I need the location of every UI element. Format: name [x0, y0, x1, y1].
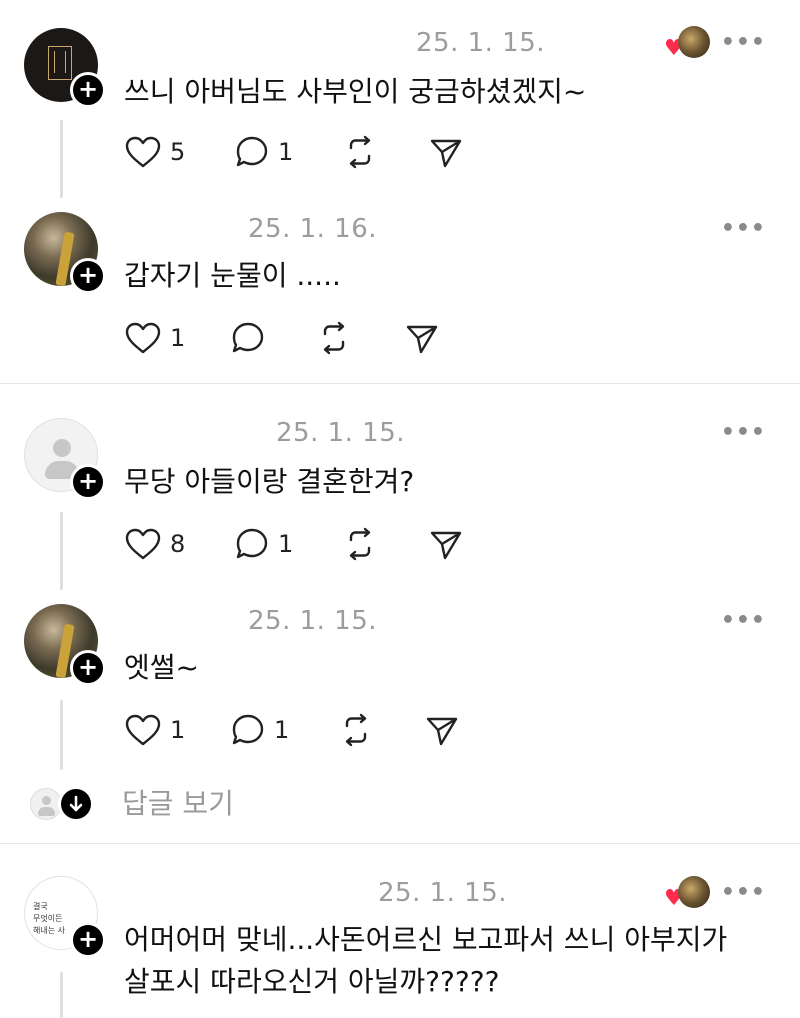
thread-line: [60, 700, 63, 770]
divider: [0, 383, 800, 384]
view-replies-label: 답글 보기: [122, 787, 234, 820]
action-bar: 1: [124, 318, 484, 358]
follow-plus-icon[interactable]: +: [70, 72, 106, 108]
send-icon: [430, 139, 462, 168]
comment-date: 25. 1. 15.: [378, 878, 508, 908]
share-button[interactable]: [424, 710, 460, 750]
comment-icon: [236, 136, 268, 167]
more-options-icon[interactable]: •••: [721, 216, 766, 241]
author-liked-avatar: [678, 26, 710, 58]
send-icon: [430, 531, 462, 560]
repost-button[interactable]: [316, 318, 352, 358]
reply-button[interactable]: [230, 318, 266, 358]
comment-text: 갑자기 눈물이 .....: [124, 259, 341, 292]
thread-line: [60, 120, 63, 198]
share-button[interactable]: [428, 132, 464, 172]
send-icon: [406, 325, 438, 354]
heart-icon: [125, 714, 161, 746]
like-count: 8: [170, 530, 186, 558]
heart-icon: [125, 136, 161, 168]
reply-count: 1: [278, 138, 294, 166]
arrow-down-icon: [58, 786, 94, 822]
comment-date: 25. 1. 15.: [248, 606, 378, 636]
like-count: 1: [170, 716, 186, 744]
comment-text-line-1: 어머어머 맞네...사돈어르신 보고파서 쓰니 아부지가: [124, 923, 728, 956]
heart-icon: [125, 322, 161, 354]
more-options-icon[interactable]: •••: [721, 420, 766, 445]
reply-button[interactable]: 1: [234, 524, 293, 564]
like-count: 1: [170, 324, 186, 352]
follow-plus-icon[interactable]: +: [70, 922, 106, 958]
repost-button[interactable]: [342, 524, 378, 564]
more-options-icon[interactable]: •••: [721, 608, 766, 633]
follow-plus-icon[interactable]: +: [70, 464, 106, 500]
like-button[interactable]: 1: [124, 318, 185, 358]
comment-text: 무당 아들이랑 결혼한겨?: [124, 465, 415, 498]
share-button[interactable]: [404, 318, 440, 358]
repost-icon: [345, 713, 367, 747]
reply-button[interactable]: 1: [234, 132, 293, 172]
like-button[interactable]: 5: [124, 132, 185, 172]
comment-date: 25. 1. 16.: [248, 214, 378, 244]
comment-icon: [232, 714, 264, 745]
divider: [0, 843, 800, 844]
reply-count: 1: [274, 716, 290, 744]
comment-text: 쓰니 아버님도 사부인이 궁금하셨겠지~: [124, 75, 587, 108]
send-icon: [426, 717, 458, 746]
repost-icon: [349, 527, 371, 561]
more-options-icon[interactable]: •••: [721, 880, 766, 905]
like-count: 5: [170, 138, 186, 166]
thread-line: [60, 512, 63, 590]
comment-text-line-2: 살포시 따라오신거 아닐까?????: [124, 965, 500, 998]
comment-date: 25. 1. 15.: [416, 28, 546, 58]
more-options-icon[interactable]: •••: [721, 30, 766, 55]
comment-text: 엣썰~: [124, 651, 199, 684]
action-bar: 5 1: [124, 132, 484, 172]
repost-icon: [323, 321, 345, 355]
like-button[interactable]: 8: [124, 524, 185, 564]
reply-button[interactable]: 1: [230, 710, 289, 750]
action-bar: 1 1: [124, 710, 484, 750]
like-button[interactable]: 1: [124, 710, 185, 750]
follow-plus-icon[interactable]: +: [70, 258, 106, 294]
repost-button[interactable]: [342, 132, 378, 172]
comment-date: 25. 1. 15.: [276, 418, 406, 448]
follow-plus-icon[interactable]: +: [70, 650, 106, 686]
share-button[interactable]: [428, 524, 464, 564]
author-liked-avatar: [678, 876, 710, 908]
repost-button[interactable]: [338, 710, 374, 750]
reply-count: 1: [278, 530, 294, 558]
comment-icon: [232, 322, 264, 353]
thread-line: [60, 972, 63, 1018]
action-bar: 8 1: [124, 524, 484, 564]
avatar-text: 결국: [33, 902, 48, 911]
heart-icon: [125, 528, 161, 560]
comment-icon: [236, 528, 268, 559]
repost-icon: [349, 135, 371, 169]
